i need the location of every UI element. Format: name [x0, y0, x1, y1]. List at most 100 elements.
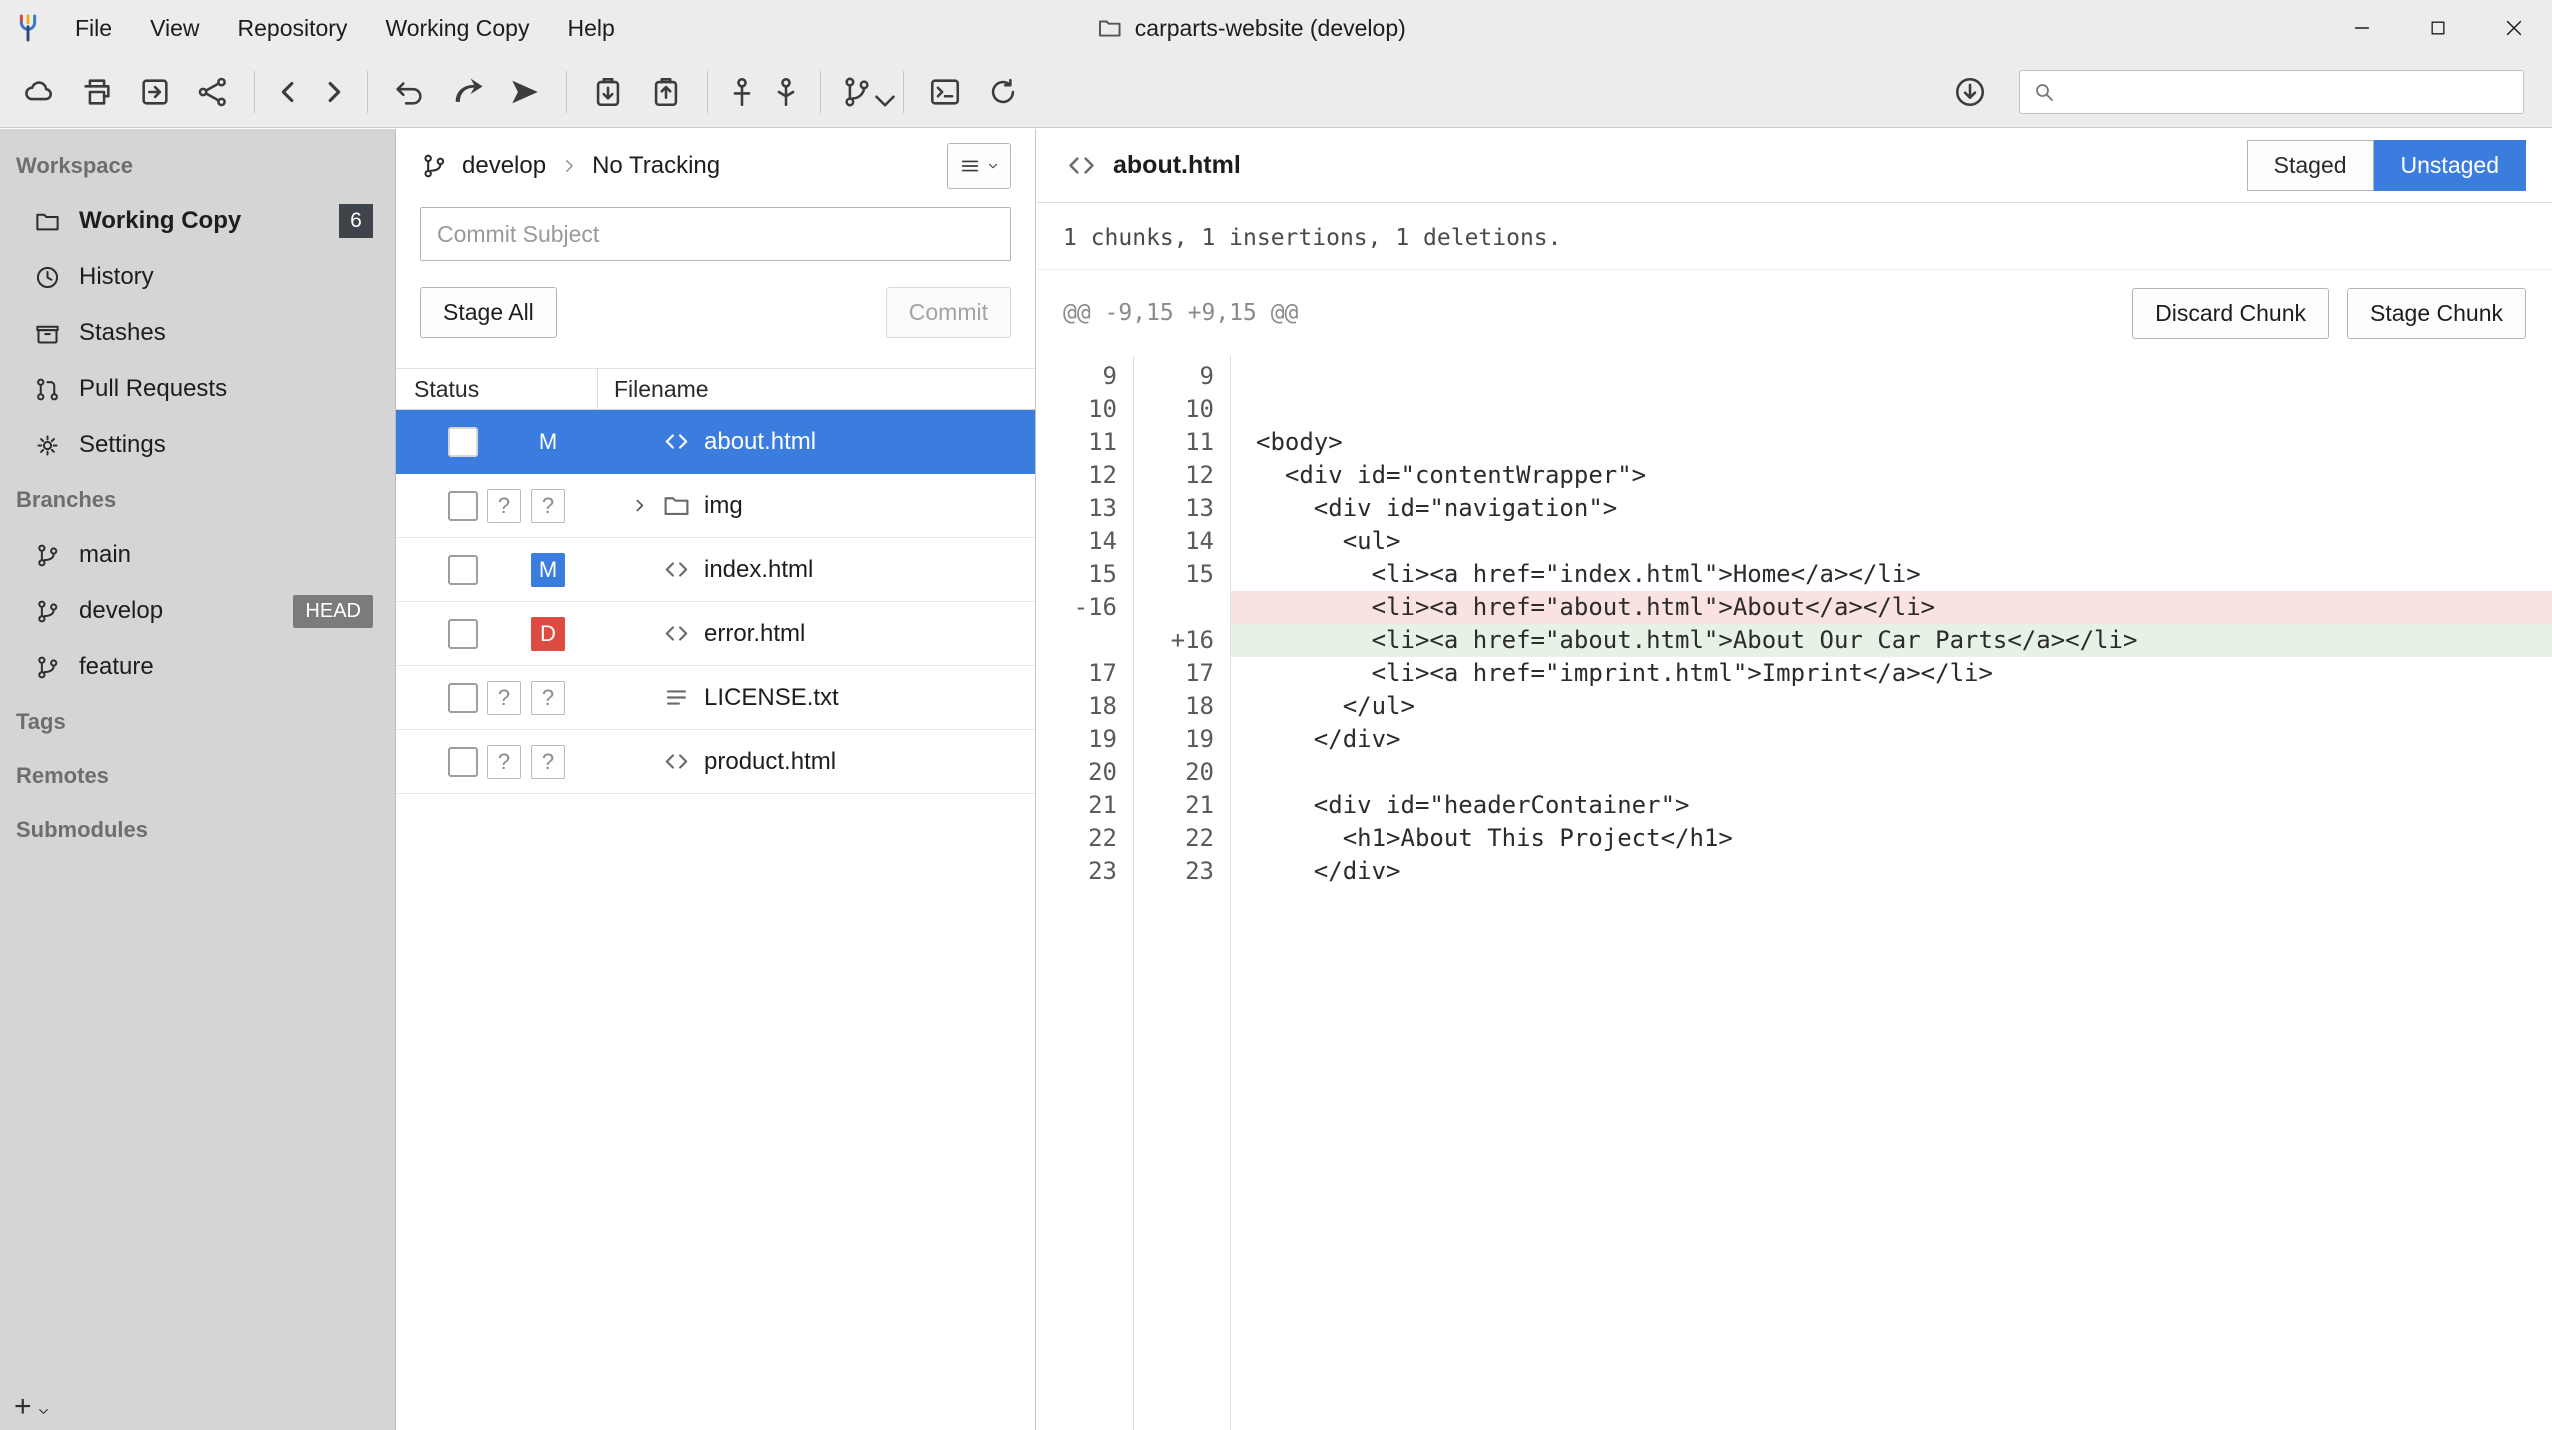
menu-repository[interactable]: Repository — [219, 0, 367, 56]
menu-working-copy[interactable]: Working Copy — [366, 0, 548, 56]
staged-tab[interactable]: Staged — [2247, 140, 2374, 191]
toolbar-separator — [903, 71, 904, 113]
chevron-down-icon — [986, 159, 1000, 173]
diff-line: 2020 — [1037, 756, 2552, 789]
new-line-number: 20 — [1133, 756, 1230, 789]
file-row-about[interactable]: M about.html — [396, 410, 1035, 474]
undo-button[interactable] — [380, 63, 438, 121]
toolbar-separator — [367, 71, 368, 113]
section-workspace: Workspace — [0, 139, 395, 193]
menu-help[interactable]: Help — [548, 0, 633, 56]
diff-line: 99 — [1037, 360, 2552, 393]
old-line-number: 19 — [1037, 723, 1133, 756]
menu-file[interactable]: File — [56, 0, 131, 56]
status-untracked: ? — [487, 681, 521, 715]
sidebar-branch-main[interactable]: main — [0, 527, 395, 583]
stash-save-button[interactable] — [579, 63, 637, 121]
file-row-error[interactable]: D error.html — [396, 602, 1035, 666]
sidebar-item-settings[interactable]: Settings — [0, 417, 395, 473]
maximize-button[interactable] — [2400, 0, 2476, 56]
status-deleted: D — [531, 617, 565, 651]
section-remotes[interactable]: Remotes — [0, 749, 395, 803]
diff-line: 1515 <li><a href="index.html">Home</a></… — [1037, 558, 2552, 591]
stage-checkbox[interactable] — [448, 619, 478, 649]
folder-icon — [658, 491, 694, 520]
create-branch-button[interactable] — [720, 63, 764, 121]
file-row-img[interactable]: ? ? img — [396, 474, 1035, 538]
add-repository-button[interactable]: + — [14, 1390, 51, 1424]
stage-chunk-button[interactable]: Stage Chunk — [2347, 288, 2526, 339]
search-input[interactable] — [2066, 79, 2511, 105]
merge-button[interactable] — [438, 63, 496, 121]
section-branches[interactable]: Branches — [0, 473, 395, 527]
status-modified: M — [531, 425, 565, 459]
git-branch-icon — [34, 542, 61, 569]
section-tags[interactable]: Tags — [0, 695, 395, 749]
sidebar-branch-feature[interactable]: feature — [0, 639, 395, 695]
stage-all-button[interactable]: Stage All — [420, 287, 557, 338]
download-button[interactable] — [1941, 63, 1999, 121]
code-text: <h1>About This Project</h1> — [1230, 822, 2552, 855]
sidebar-branch-develop[interactable]: develop HEAD — [0, 583, 395, 639]
column-filename: Filename — [598, 376, 709, 403]
stage-checkbox[interactable] — [448, 683, 478, 713]
stage-checkbox[interactable] — [448, 427, 478, 457]
terminal-button[interactable] — [916, 63, 974, 121]
push-button[interactable] — [126, 63, 184, 121]
stash-apply-button[interactable] — [637, 63, 695, 121]
old-line-number: -16 — [1037, 591, 1133, 624]
sidebar: Workspace Working Copy 6 History Stashes… — [0, 129, 396, 1430]
chevron-right-icon — [316, 75, 350, 109]
gitflow-button[interactable] — [833, 63, 891, 121]
send-button[interactable] — [496, 63, 554, 121]
fetch-button[interactable] — [10, 63, 68, 121]
menu-view[interactable]: View — [131, 0, 218, 56]
discard-chunk-button[interactable]: Discard Chunk — [2132, 288, 2329, 339]
stage-checkbox[interactable] — [448, 491, 478, 521]
file-row-license[interactable]: ? ? LICENSE.txt — [396, 666, 1035, 730]
current-branch[interactable]: develop — [462, 152, 546, 180]
close-button[interactable] — [2476, 0, 2552, 56]
git-branch-icon — [34, 598, 61, 625]
new-line-number: 22 — [1133, 822, 1230, 855]
new-line-number — [1133, 591, 1230, 624]
repo-graph-button[interactable] — [184, 63, 242, 121]
refresh-button[interactable] — [974, 63, 1032, 121]
git-branch-icon — [420, 152, 448, 180]
back-button[interactable] — [267, 63, 311, 121]
sidebar-item-stashes[interactable]: Stashes — [0, 305, 395, 361]
code-text: </div> — [1230, 723, 2552, 756]
sidebar-item-working-copy[interactable]: Working Copy 6 — [0, 193, 395, 249]
minimize-button[interactable] — [2324, 0, 2400, 56]
expand-chevron-icon[interactable] — [620, 497, 658, 514]
change-count-badge: 6 — [339, 204, 373, 238]
create-tag-button[interactable] — [764, 63, 808, 121]
file-row-product[interactable]: ? ? product.html — [396, 730, 1035, 794]
forward-button[interactable] — [311, 63, 355, 121]
diff-line: 1414 <ul> — [1037, 525, 2552, 558]
new-line-number: 17 — [1133, 657, 1230, 690]
file-row-index[interactable]: M index.html — [396, 538, 1035, 602]
stage-checkbox[interactable] — [448, 747, 478, 777]
commit-button[interactable]: Commit — [886, 287, 1011, 338]
diff-line: 2121 <div id="headerContainer"> — [1037, 789, 2552, 822]
gutter-divider — [1230, 356, 1231, 1430]
unstaged-tab[interactable]: Unstaged — [2374, 140, 2526, 191]
commit-subject-input[interactable] — [420, 207, 1011, 261]
column-status: Status — [396, 369, 598, 409]
sidebar-item-pull-requests[interactable]: Pull Requests — [0, 361, 395, 417]
sidebar-item-history[interactable]: History — [0, 249, 395, 305]
new-line-number: 11 — [1133, 426, 1230, 459]
pull-button[interactable] — [68, 63, 126, 121]
clock-icon — [34, 264, 61, 291]
section-submodules[interactable]: Submodules — [0, 803, 395, 857]
list-options-button[interactable] — [947, 143, 1011, 189]
stage-checkbox[interactable] — [448, 555, 478, 585]
new-line-number: 9 — [1133, 360, 1230, 393]
diff-panel: about.html Staged Unstaged 1 chunks, 1 i… — [1037, 129, 2552, 1430]
diff-line-added: +16 <li><a href="about.html">About Our C… — [1037, 624, 2552, 657]
diff-line: 1717 <li><a href="imprint.html">Imprint<… — [1037, 657, 2552, 690]
curved-arrow-icon — [450, 75, 484, 109]
plus-icon: + — [14, 1390, 32, 1424]
tracking-status[interactable]: No Tracking — [592, 152, 720, 180]
